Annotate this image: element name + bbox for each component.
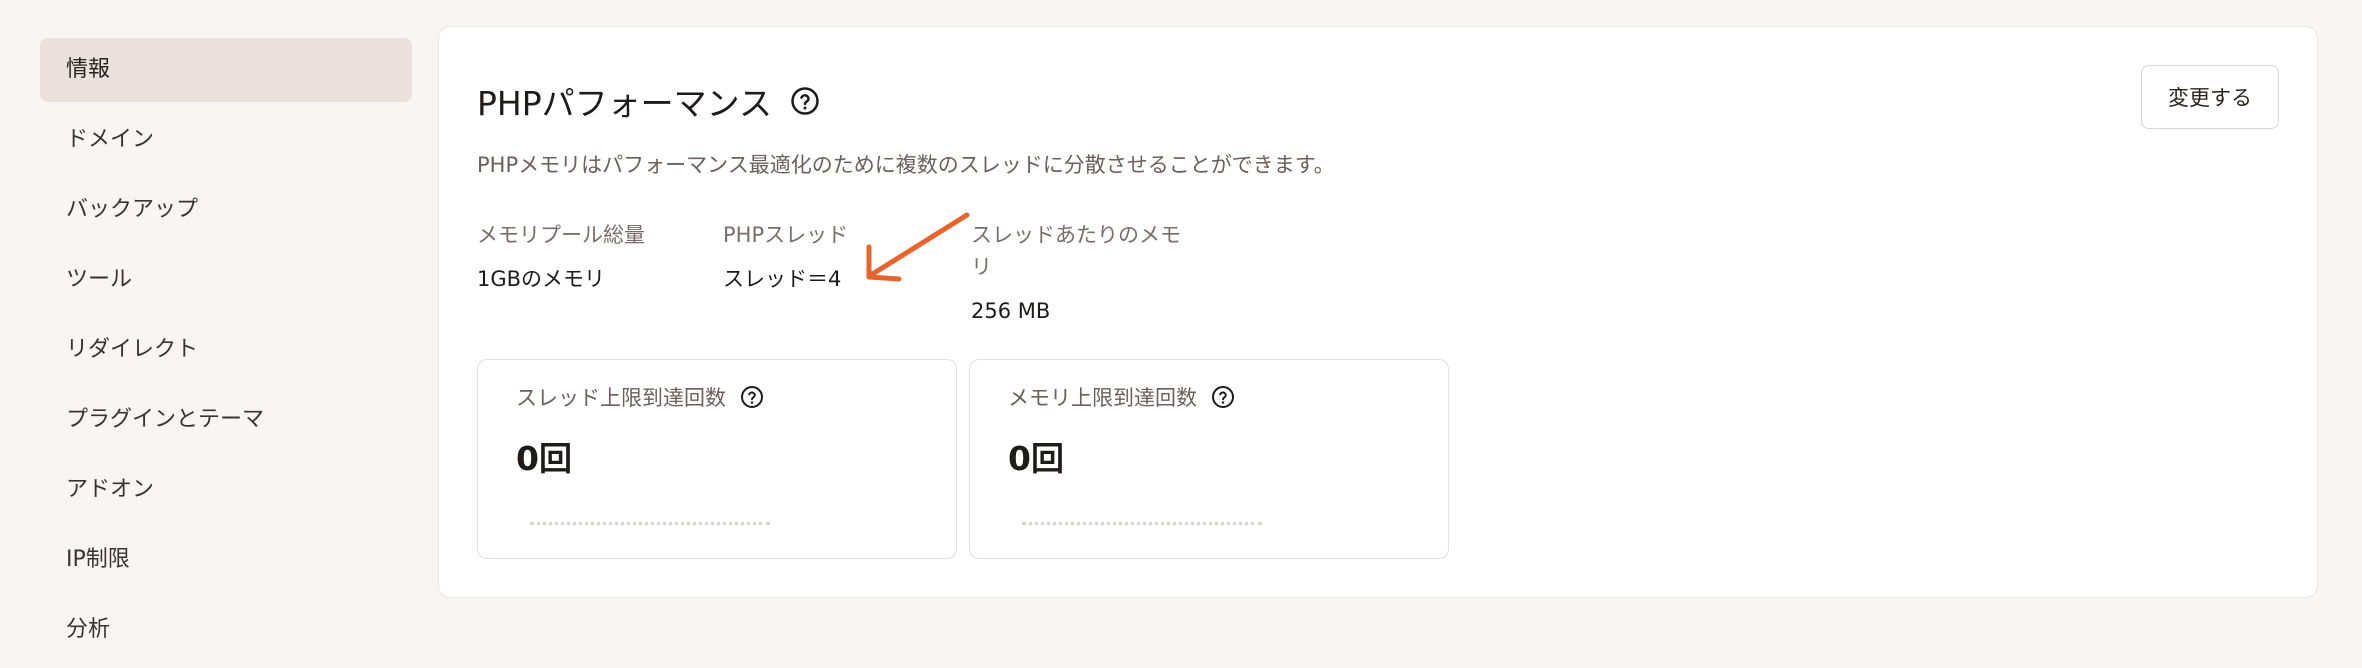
stat-memory-pool: メモリプール総量 1GBのメモリ	[477, 219, 645, 295]
sidebar-item-tools[interactable]: ツール	[40, 248, 412, 312]
sidebar-item-analytics[interactable]: 分析	[40, 598, 412, 662]
stat-value: 256 MB	[971, 299, 1051, 323]
sidebar-item-ip-restriction[interactable]: IP制限	[40, 528, 412, 592]
sidebar-item-domains[interactable]: ドメイン	[40, 108, 412, 172]
help-circle-icon[interactable]	[1211, 385, 1235, 409]
stat-value: 1GBのメモリ	[477, 267, 606, 291]
sidebar: 情報 ドメイン バックアップ ツール リダイレクト プラグインとテーマ アドオン…	[40, 38, 412, 668]
metric-header: スレッド上限到達回数	[516, 382, 764, 412]
metric-card-thread-limit: スレッド上限到達回数 0回	[477, 359, 957, 559]
php-performance-card: PHPパフォーマンス 変更する PHPメモリはパフォーマンス最適化のために複数の…	[438, 26, 2318, 598]
metric-header: メモリ上限到達回数	[1008, 382, 1235, 412]
description-text: PHPメモリはパフォーマンス最適化のために複数のスレッドに分散させることができま…	[477, 153, 1335, 177]
change-button[interactable]: 変更する	[2141, 65, 2279, 129]
sidebar-item-redirects[interactable]: リダイレクト	[40, 318, 412, 382]
stat-memory-per-thread: スレッドあたりのメモリ 256 MB	[971, 219, 1181, 327]
stat-label: メモリプール総量	[477, 223, 645, 247]
annotation-arrow-icon	[866, 212, 970, 282]
page-title: PHPパフォーマンス	[477, 84, 772, 123]
sidebar-item-addons[interactable]: アドオン	[40, 458, 412, 522]
help-circle-icon[interactable]	[740, 385, 764, 409]
stat-php-threads: PHPスレッド スレッド＝4	[723, 219, 848, 295]
metric-label: メモリ上限到達回数	[1008, 386, 1197, 410]
sparkline	[1022, 522, 1262, 525]
metric-value: 0回	[516, 439, 572, 478]
stat-value: スレッド＝4	[723, 267, 842, 291]
card-header: PHPパフォーマンス	[477, 77, 820, 125]
sidebar-item-info[interactable]: 情報	[40, 38, 412, 102]
metric-card-memory-limit: メモリ上限到達回数 0回	[969, 359, 1449, 559]
metric-value: 0回	[1008, 439, 1064, 478]
help-circle-icon[interactable]	[790, 86, 820, 116]
sidebar-item-backups[interactable]: バックアップ	[40, 178, 412, 242]
metric-label: スレッド上限到達回数	[516, 386, 726, 410]
sidebar-item-plugins-themes[interactable]: プラグインとテーマ	[40, 388, 412, 452]
sparkline	[530, 522, 770, 525]
stat-label: スレッドあたりのメモリ	[971, 223, 1181, 279]
stat-label: PHPスレッド	[723, 223, 849, 247]
